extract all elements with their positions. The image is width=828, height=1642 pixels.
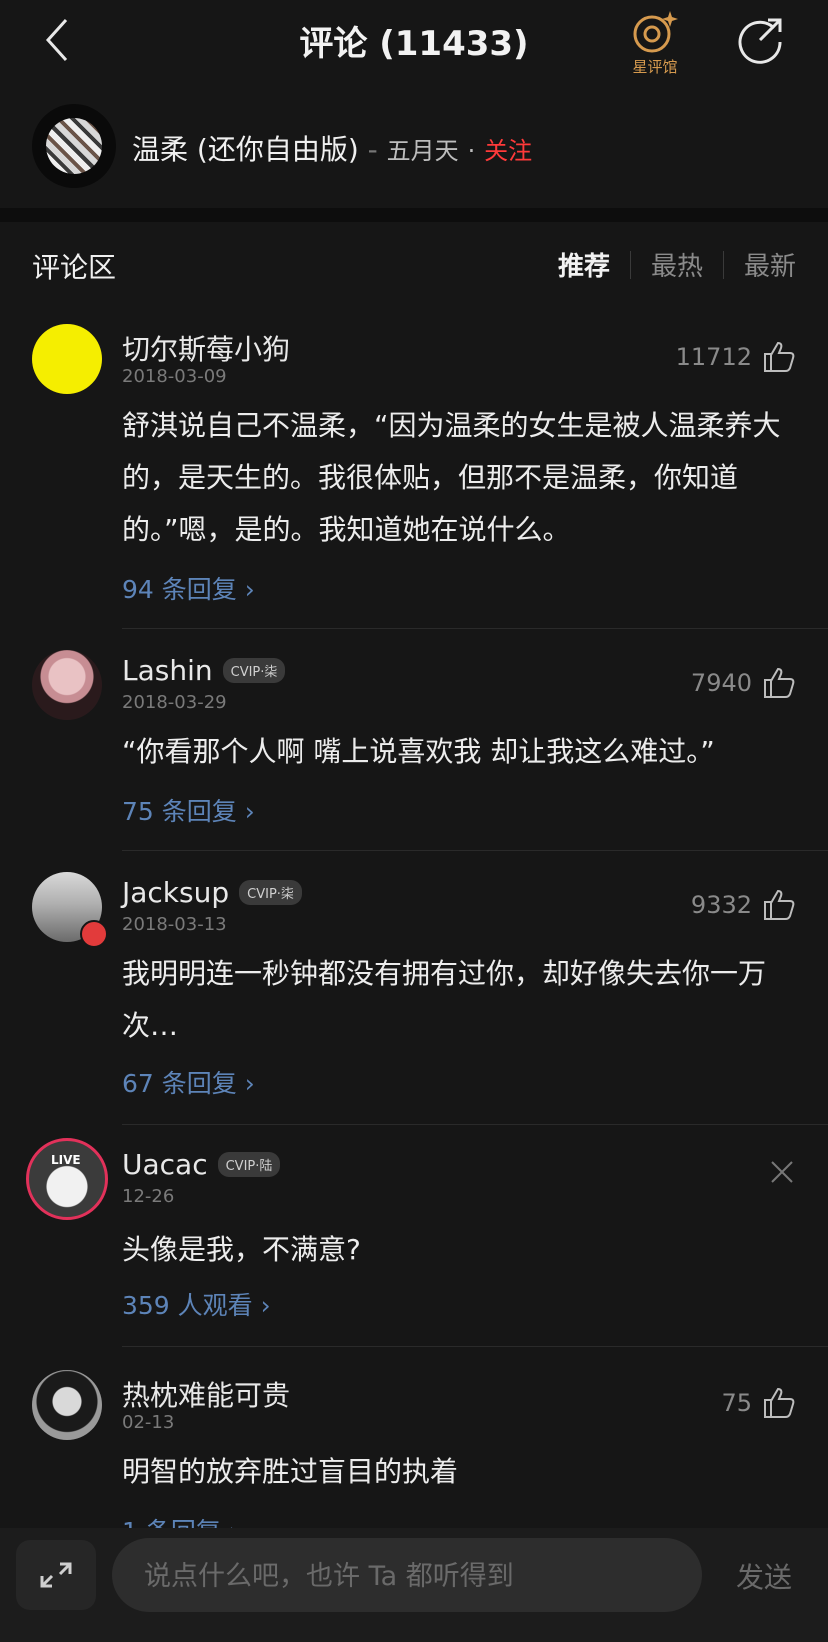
username-text: 切尔斯莓小狗 — [122, 333, 291, 366]
comment-date: 12-26 — [122, 1186, 175, 1207]
vip-badge: CVIP·柒 — [239, 880, 302, 905]
top-bar: 评论 (11433) 星评馆 — [0, 0, 828, 80]
tab-recommended[interactable]: 推荐 — [538, 246, 630, 283]
chevron-right-icon: › — [260, 1291, 271, 1320]
like-count: 9332 — [690, 891, 752, 919]
replies-text: 75 条回复 — [122, 797, 237, 826]
sort-tabs: 推荐 最热 最新 — [538, 246, 796, 283]
artist-name[interactable]: 五月天 — [387, 137, 459, 165]
vip-badge: CVIP·陆 — [217, 1152, 281, 1177]
album-art — [46, 118, 102, 174]
song-info-row[interactable]: 温柔 (还你自由版) - 五月天 · 关注 — [0, 98, 828, 194]
comment-date: 2018-03-29 — [122, 692, 227, 713]
dot-separator: · — [467, 137, 476, 165]
replies-link[interactable]: 94 条回复 › — [122, 570, 255, 606]
avatar[interactable] — [32, 650, 102, 720]
username-text: Jacksup — [122, 876, 230, 909]
comment-username[interactable]: Lashin CVIP·柒 — [122, 654, 286, 687]
thumbs-up-icon — [764, 889, 795, 920]
close-icon — [771, 1161, 793, 1183]
music-badge-icon — [80, 920, 108, 948]
comment-divider — [122, 1346, 828, 1347]
expand-icon — [40, 1562, 72, 1588]
comment-date: 2018-03-09 — [122, 366, 227, 387]
avatar[interactable] — [32, 1370, 102, 1440]
replies-text: 67 条回复 — [122, 1069, 237, 1098]
vip-badge: CVIP·柒 — [222, 658, 286, 683]
live-avatar[interactable]: LIVE — [26, 1138, 108, 1220]
username-text: Lashin — [122, 654, 213, 687]
comment-username[interactable]: Jacksup CVIP·柒 — [122, 876, 302, 909]
star-review-label: 星评馆 — [632, 58, 678, 76]
send-button[interactable]: 发送 — [736, 1556, 792, 1596]
like-button[interactable]: 11712 — [676, 340, 796, 374]
tab-newest[interactable]: 最新 — [724, 246, 796, 283]
tab-hottest[interactable]: 最热 — [631, 246, 723, 283]
avatar[interactable] — [32, 324, 102, 394]
comment-text: “你看那个人啊 嘴上说喜欢我 却让我这么难过。” — [122, 735, 715, 768]
comment-input-wrapper — [112, 1538, 702, 1614]
like-count: 7940 — [690, 669, 752, 697]
dismiss-button[interactable] — [770, 1160, 794, 1188]
replies-link[interactable]: 67 条回复 › — [122, 1064, 255, 1100]
page-title: 评论 (11433) — [299, 24, 529, 64]
viewers-link[interactable]: 359 人观看 › — [122, 1286, 271, 1322]
album-cover[interactable] — [32, 104, 116, 188]
replies-text: 94 条回复 — [122, 575, 237, 604]
comment-username[interactable]: 热枕难能可贵 — [122, 1374, 290, 1414]
section-divider — [0, 208, 828, 222]
like-count: 11712 — [675, 343, 752, 371]
star-review-icon — [633, 11, 678, 53]
comment-divider — [122, 1124, 828, 1125]
song-name: 温柔 (还你自由版) — [132, 133, 359, 166]
chevron-right-icon: › — [244, 575, 255, 604]
like-button[interactable]: 9332 — [691, 888, 796, 922]
username-text: 热枕难能可贵 — [122, 1379, 291, 1412]
comment-text: 舒淇说自己不温柔，“因为温柔的女生是被人温柔养大的，是天生的。我很体贴，但那不是… — [122, 409, 781, 546]
title-separator: - — [367, 133, 378, 166]
comment-username[interactable]: Uacac CVIP·陆 — [122, 1148, 281, 1181]
thumbs-up-icon — [764, 667, 795, 698]
comment-input[interactable] — [142, 1538, 686, 1614]
like-count: 75 — [721, 1389, 752, 1417]
comment-text: 明智的放弃胜过盲目的执着 — [122, 1455, 459, 1488]
like-button[interactable]: 7940 — [691, 666, 796, 700]
thumbs-up-icon — [764, 341, 795, 372]
comment-text: 我明明连一秒钟都没有拥有过你，却好像失去你一万次… — [122, 957, 767, 1042]
share-button[interactable] — [734, 14, 788, 68]
follow-button[interactable]: 关注 — [484, 137, 532, 165]
comment-date: 2018-03-13 — [122, 914, 227, 935]
share-icon — [738, 18, 782, 64]
replies-link[interactable]: 75 条回复 › — [122, 792, 255, 828]
thumbs-up-icon — [764, 1387, 795, 1418]
chevron-right-icon: › — [244, 1069, 255, 1098]
expand-button[interactable] — [16, 1540, 96, 1610]
comment-divider — [122, 628, 828, 629]
chevron-right-icon: › — [244, 797, 255, 826]
comment-composer: 发送 — [0, 1528, 828, 1642]
comment-divider — [122, 850, 828, 851]
live-badge: LIVE — [51, 1153, 81, 1167]
comment-date: 02-13 — [122, 1412, 175, 1433]
section-title: 评论区 — [32, 251, 117, 284]
song-title-line: 温柔 (还你自由版) - 五月天 · 关注 — [132, 128, 532, 168]
comment-section-header: 评论区 推荐 最热 最新 — [0, 238, 828, 288]
star-review-button[interactable]: 星评馆 — [624, 8, 686, 80]
username-text: Uacac — [122, 1148, 208, 1181]
comment-text: 头像是我，不满意? — [122, 1233, 361, 1266]
like-button[interactable]: 75 — [721, 1386, 796, 1420]
viewers-text: 359 人观看 — [122, 1291, 253, 1320]
comment-username[interactable]: 切尔斯莓小狗 — [122, 328, 290, 368]
